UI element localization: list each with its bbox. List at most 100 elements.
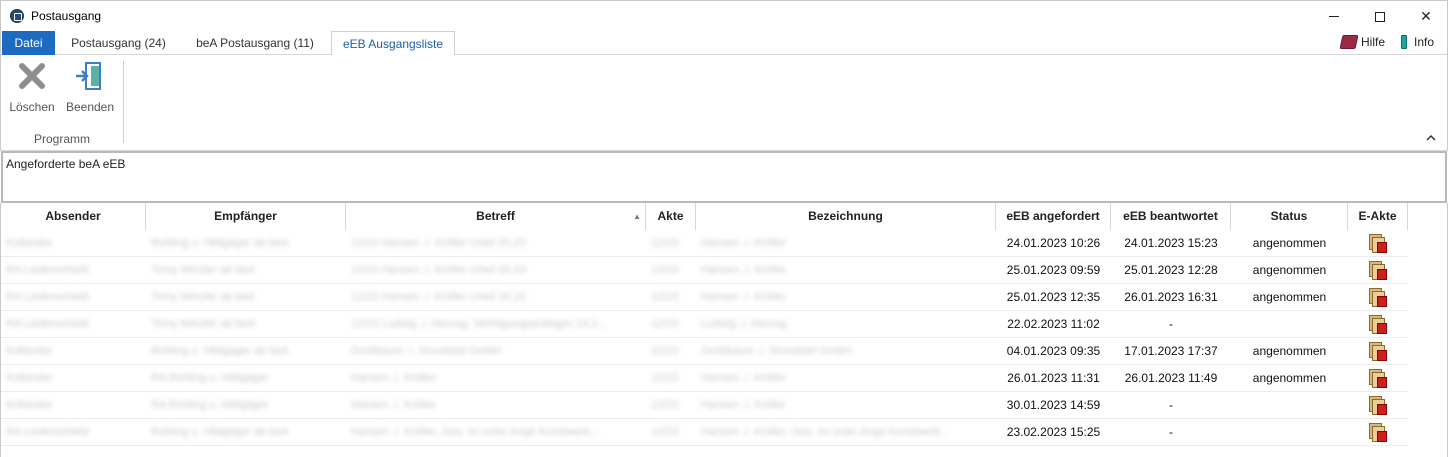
column-header-betreff[interactable]: Betreff ▲ [346, 203, 646, 230]
x-icon [16, 60, 48, 92]
cell-eeb-beantwortet: - [1169, 398, 1173, 412]
cell-eeb-angefordert: 04.01.2023 09:35 [1006, 344, 1101, 358]
column-header-empfaenger[interactable]: Empfänger [146, 203, 346, 230]
cell-betreff: Hansen ./. Kröller [351, 399, 436, 411]
exit-label: Beenden [65, 100, 115, 114]
cell-eeb-beantwortet: 26.01.2023 11:49 [1124, 371, 1218, 385]
e-akte-document-icon[interactable] [1368, 314, 1388, 335]
cell-e-akte[interactable] [1348, 392, 1408, 419]
collapse-ribbon-icon[interactable] [1426, 133, 1438, 145]
cell-status: angenommen [1252, 290, 1327, 304]
cell-e-akte[interactable] [1348, 230, 1408, 257]
info-label: Info [1414, 35, 1435, 49]
tab-datei[interactable]: Datei [2, 31, 55, 55]
column-header-eeb-angefordert[interactable]: eEB angefordert [996, 203, 1111, 230]
cell-status: angenommen [1252, 344, 1327, 358]
minimize-icon [1329, 16, 1339, 17]
cell-absender: RA Leiderschield [6, 264, 89, 276]
cell-absender: RA Leiderschield [6, 291, 89, 303]
cell-empfaenger: Tinny Winzler ab beA [151, 264, 256, 276]
tab-bea-postausgang[interactable]: beA Postausgang (11) [182, 31, 328, 55]
grid-header: Absender Empfänger Betreff ▲ Akte Bezeic… [1, 203, 1408, 230]
column-header-eeb-beantwortet[interactable]: eEB beantwortet [1111, 203, 1231, 230]
cell-eeb-angefordert: 25.01.2023 12:35 [1006, 290, 1101, 304]
cell-eeb-beantwortet: 17.01.2023 17:37 [1124, 344, 1218, 358]
minimize-button[interactable] [1311, 1, 1357, 32]
tab-postausgang[interactable]: Postausgang (24) [56, 31, 181, 55]
cell-e-akte[interactable] [1348, 311, 1408, 338]
tab-eeb-ausgangsliste[interactable]: eEB Ausgangsliste [331, 31, 455, 56]
table-row[interactable]: RA Leiderschield Tinny Winzler ab beA 12/2… [1, 311, 1408, 338]
table-row[interactable]: RA Leiderschield Rohling u. Hildgäger ab … [1, 419, 1408, 446]
cell-akte: 12/23 [651, 291, 679, 303]
column-header-absender[interactable]: Absender [1, 203, 146, 230]
cell-betreff: 12/23 Ludwig ./. Herzog, Verfolgungsanli… [351, 318, 607, 330]
table-row[interactable]: Kollander Rohling u. Hildgäger ab beA Groß… [1, 338, 1408, 365]
cell-bezeichnung: Ludwig ./. Herzog [701, 318, 787, 330]
column-header-betreff-label: Betreff [476, 209, 515, 223]
table-row[interactable]: RA Leiderschield Tinny Winzler ab beA 12/2… [1, 284, 1408, 311]
cell-eeb-angefordert: 26.01.2023 11:31 [1007, 371, 1100, 385]
cell-betreff: 12/23 Hansen ./. Kröller Urteil 20.23 [351, 237, 526, 249]
exit-button[interactable]: Beenden [65, 60, 115, 116]
cell-akte: 12/23 [651, 426, 679, 438]
table-row[interactable]: Kollander RA Rohling u. Hildgäger Hansen .… [1, 365, 1408, 392]
cell-akte: 12/23 [651, 237, 679, 249]
cell-betreff: Hansen ./. Kröller, Ges. im unter Ange K… [351, 426, 600, 438]
cell-absender: RA Leiderschield [6, 426, 89, 438]
cell-eeb-angefordert: 25.01.2023 09:59 [1006, 263, 1101, 277]
info-button[interactable]: Info [1401, 35, 1434, 49]
e-akte-document-icon[interactable] [1368, 260, 1388, 281]
cell-bezeichnung: Hansen ./. Kröller [701, 372, 786, 384]
cell-empfaenger: RA Rohling u. Hildgäger [151, 399, 269, 411]
window-title: Postausgang [31, 9, 102, 23]
cell-eeb-angefordert: 23.02.2023 15:25 [1006, 425, 1101, 439]
e-akte-document-icon[interactable] [1368, 422, 1388, 443]
cell-akte: 12/23 [651, 399, 679, 411]
ribbon-tabs: Datei Postausgang (24) beA Postausgang (… [0, 31, 1448, 56]
help-label: Hilfe [1361, 35, 1386, 49]
e-akte-document-icon[interactable] [1368, 233, 1388, 254]
cell-status: angenommen [1252, 371, 1327, 385]
cell-e-akte[interactable] [1348, 419, 1408, 446]
cell-status [1231, 311, 1348, 338]
cell-e-akte[interactable] [1348, 338, 1408, 365]
e-akte-document-icon[interactable] [1368, 341, 1388, 362]
cell-bezeichnung: Hansen ./. Kröller [701, 264, 786, 276]
column-header-status[interactable]: Status [1231, 203, 1348, 230]
cell-bezeichnung: Hansen ./. Kröller, Ges. im unter Ange K… [701, 426, 950, 438]
e-akte-document-icon[interactable] [1368, 395, 1388, 416]
table-row[interactable]: RA Leiderschield Tinny Winzler ab beA 12/2… [1, 257, 1408, 284]
column-header-bezeichnung[interactable]: Bezeichnung [696, 203, 996, 230]
cell-betreff: Hansen ./. Kröller [351, 372, 436, 384]
cell-e-akte[interactable] [1348, 284, 1408, 311]
app-icon [10, 9, 24, 23]
e-akte-document-icon[interactable] [1368, 368, 1388, 389]
cell-e-akte[interactable] [1348, 365, 1408, 392]
table-row[interactable]: Kollander RA Rohling u. Hildgäger Hansen .… [1, 392, 1408, 419]
sort-ascending-icon: ▲ [633, 212, 641, 221]
cell-e-akte[interactable] [1348, 257, 1408, 284]
cell-betreff: 12/23 Hansen ./. Kröller Urteil 20.23 [351, 291, 526, 303]
cell-eeb-beantwortet: 25.01.2023 12:28 [1124, 263, 1218, 277]
column-header-akte[interactable]: Akte [646, 203, 696, 230]
cell-betreff: Großbaum ./. Grundstel GmbH [351, 345, 502, 357]
cell-akte: 12/23 [651, 372, 679, 384]
title-bar: Postausgang ✕ [0, 0, 1448, 31]
delete-label: Löschen [9, 100, 55, 114]
help-button[interactable]: Hilfe [1339, 35, 1386, 49]
ribbon-group-separator [123, 61, 124, 143]
exit-door-icon [74, 60, 106, 92]
close-button[interactable]: ✕ [1403, 1, 1448, 32]
cell-status: angenommen [1252, 236, 1327, 250]
ribbon-group-label: Programm [33, 132, 90, 146]
cell-status [1231, 419, 1348, 446]
cell-eeb-beantwortet: 24.01.2023 15:23 [1124, 236, 1218, 250]
delete-button[interactable]: Löschen [7, 60, 57, 116]
maximize-button[interactable] [1357, 1, 1403, 32]
column-header-e-akte[interactable]: E-Akte [1348, 203, 1408, 230]
table-row[interactable]: Kollander Rohling u. Hildgäger ab beA 12/2… [1, 230, 1408, 257]
e-akte-document-icon[interactable] [1368, 287, 1388, 308]
cell-eeb-angefordert: 30.01.2023 14:59 [1006, 398, 1101, 412]
cell-empfaenger: Tinny Winzler ab beA [151, 291, 256, 303]
